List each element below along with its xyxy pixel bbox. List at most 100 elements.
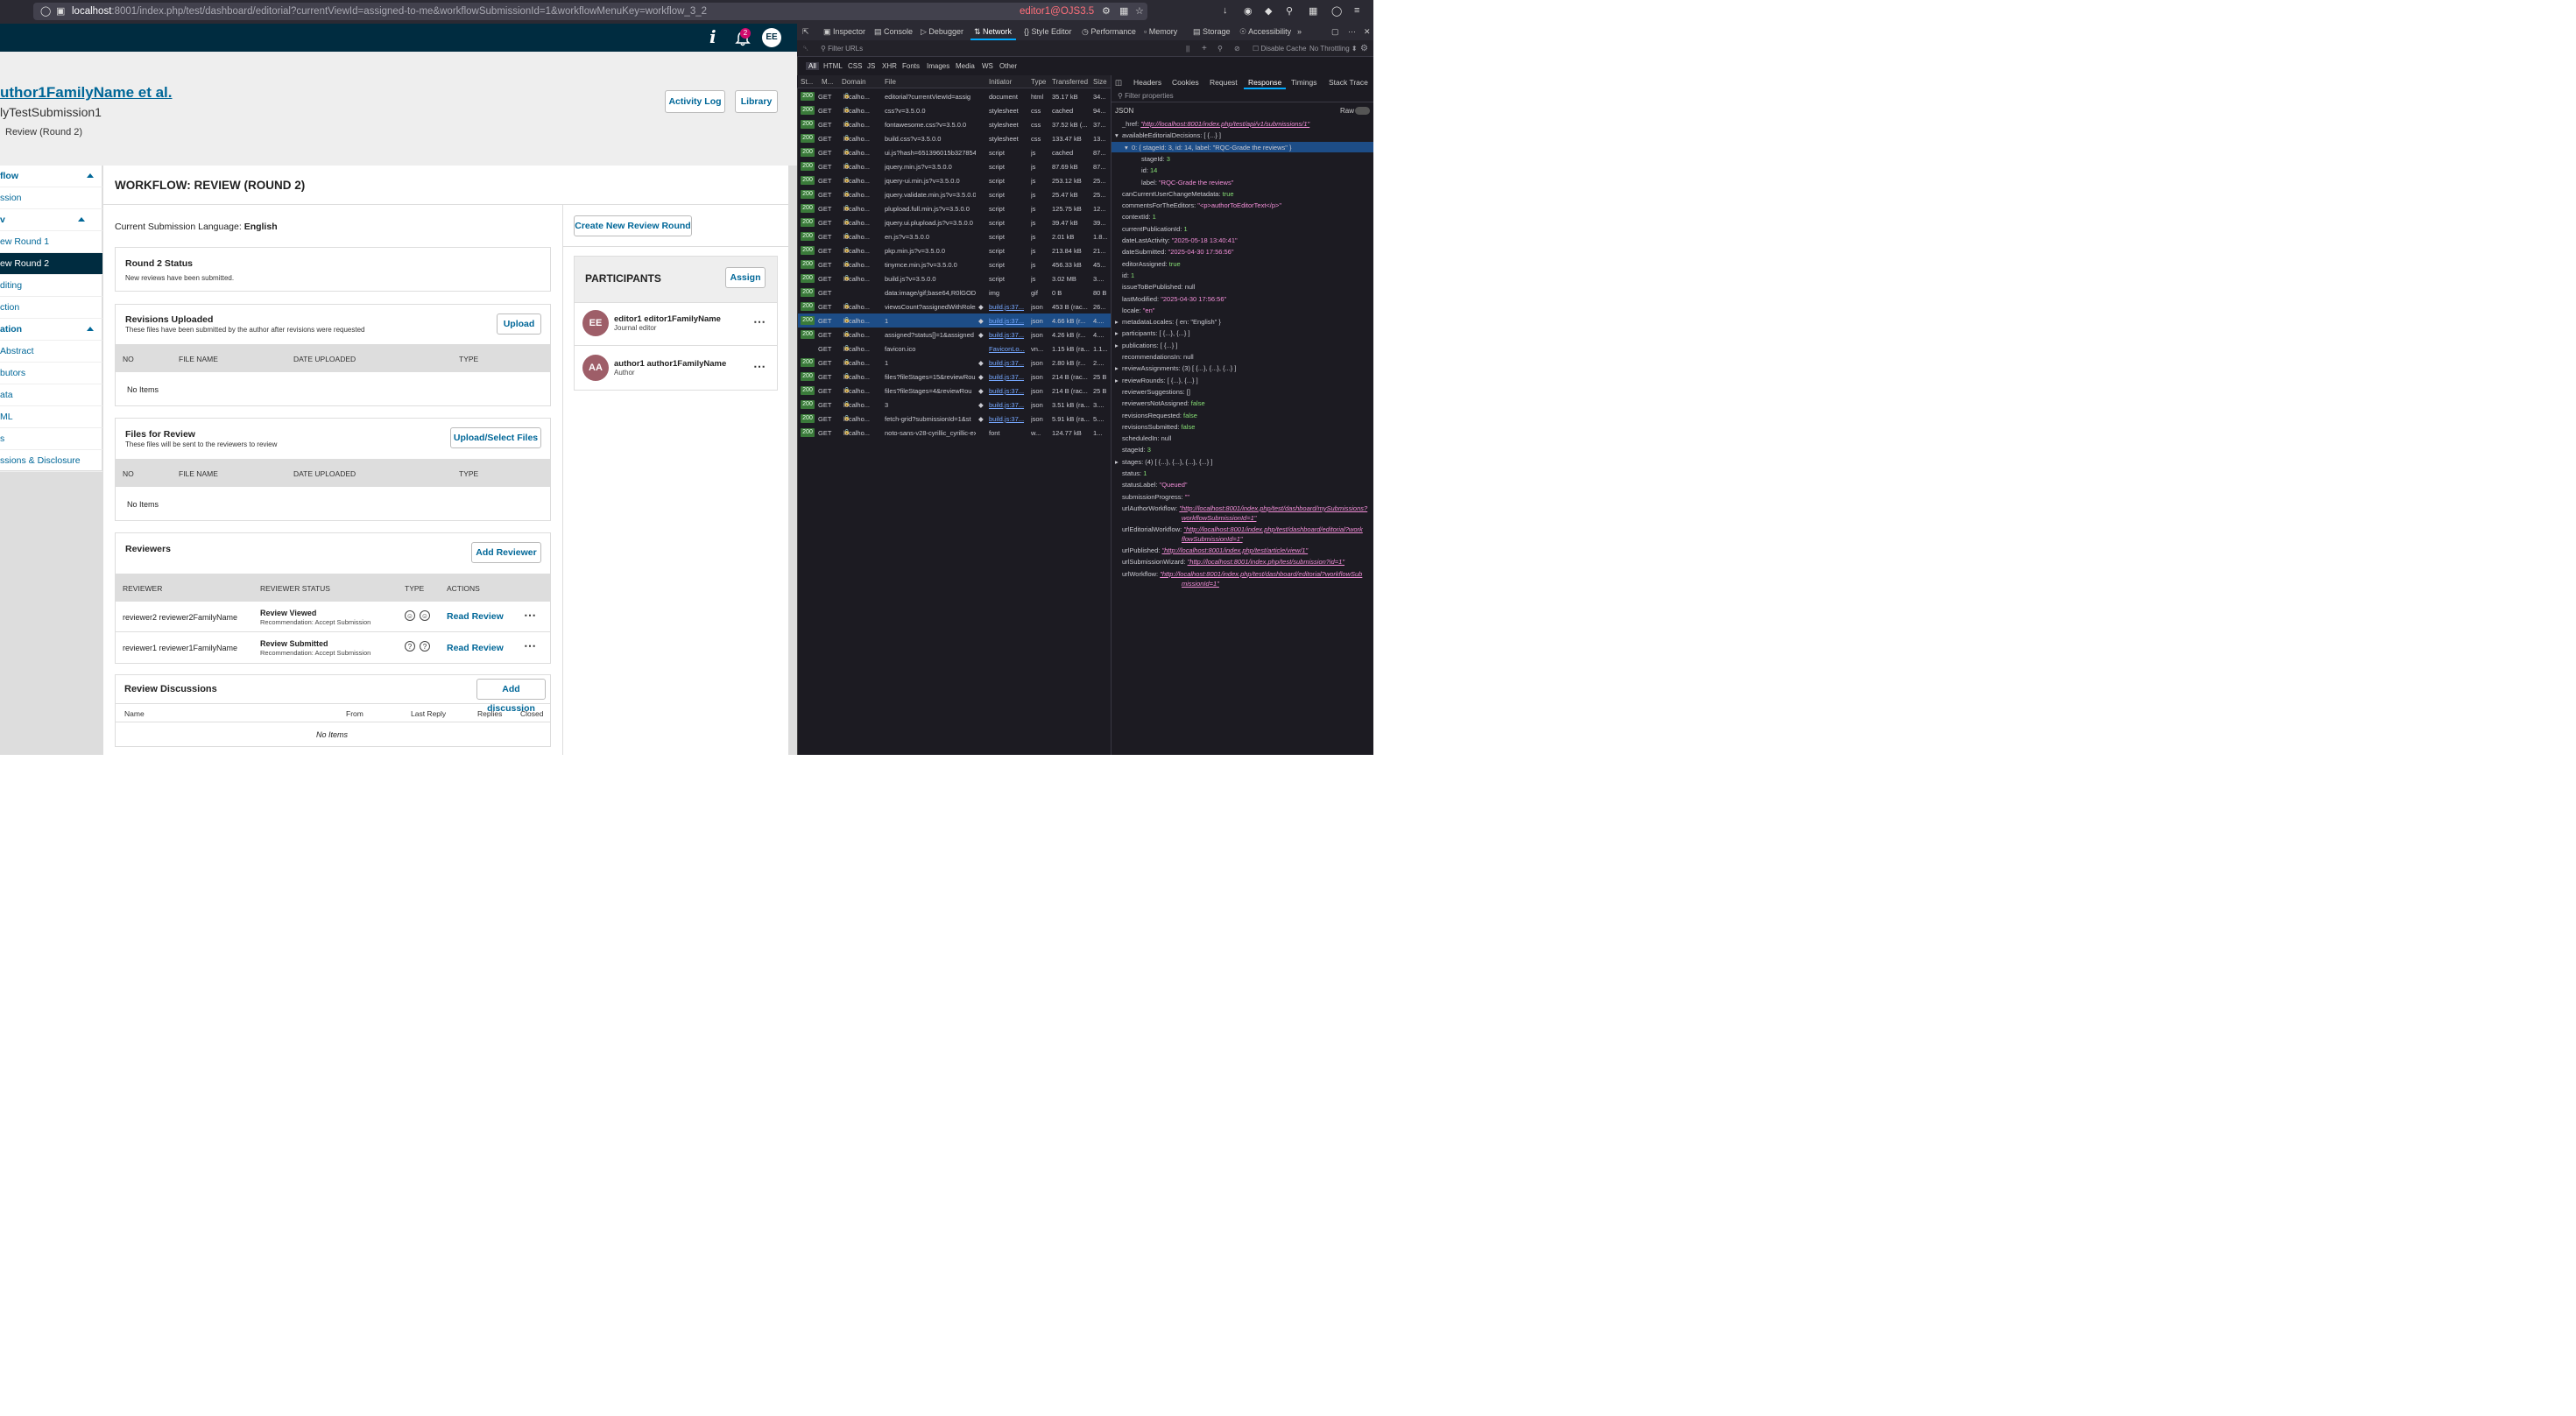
json-property[interactable]: dateLastActivity: "2025-05-18 13:40:41" xyxy=(1122,236,1238,244)
submission-authors[interactable]: uthor1FamilyName et al. xyxy=(0,84,173,102)
column-header[interactable]: FILE NAME xyxy=(179,469,218,478)
sidebar-toggle-icon[interactable]: ◫ xyxy=(1115,78,1122,88)
request-row[interactable]: 200 🔒 GET localho... build.css?v=3.5.0.0 styl… xyxy=(798,131,1111,145)
apps-icon[interactable]: ▦ xyxy=(1309,5,1317,17)
json-property[interactable]: statusLabel: "Queued" xyxy=(1122,481,1188,489)
json-value-continuation[interactable]: flowSubmissionId=1" xyxy=(1182,535,1243,543)
user-avatar[interactable]: EE xyxy=(762,28,781,47)
json-property[interactable]: urlEditorialWorkflow: "http://localhost:… xyxy=(1122,525,1363,533)
request-row[interactable]: 200 🔒 GET localho... 3 build.js:37... json 3.51… xyxy=(798,398,1111,412)
add-reviewer-button[interactable]: Add Reviewer xyxy=(471,542,541,563)
json-property[interactable]: 0: { stageId: 3, id: 14, label: "RQC-Gra… xyxy=(1132,144,1292,151)
request-row[interactable]: 200 🔒 GET localho... en.js?v=3.5.0.0 script js… xyxy=(798,229,1111,243)
disable-cache-checkbox[interactable]: ☐ Disable Cache xyxy=(1253,45,1306,53)
collapse-triangle-icon[interactable]: ▸ xyxy=(1115,318,1119,326)
overflow-chevron-icon[interactable]: » xyxy=(1297,27,1302,36)
expand-triangle-icon[interactable]: ▾ xyxy=(1115,131,1119,139)
column-header[interactable]: File xyxy=(885,78,896,86)
url-text[interactable]: localhost:8001/index.php/test/dashboard/… xyxy=(72,6,707,17)
json-property[interactable]: _href: "http://localhost:8001/index.php/… xyxy=(1122,120,1309,128)
json-property[interactable]: participants: [ {...}, {...} ] xyxy=(1122,329,1190,337)
pause-icon[interactable]: || xyxy=(1186,45,1189,53)
json-value[interactable]: "http://localhost:8001/index.php/test/da… xyxy=(1179,504,1367,512)
tab-style-editor[interactable]: {} Style Editor xyxy=(1024,27,1072,36)
column-header[interactable]: Initiator xyxy=(989,78,1012,86)
type-filter-ws[interactable]: WS xyxy=(982,62,993,70)
request-row[interactable]: 200 🔒 GET localho... plupload.full.min.js?v=… xyxy=(798,201,1111,215)
request-row[interactable]: 200 🔒 GET localho... ui.js?hash=651396015b32… xyxy=(798,145,1111,159)
json-value[interactable]: "http://localhost:8001/index.php/test/da… xyxy=(1160,570,1362,578)
json-property[interactable]: urlPublished: "http://localhost:8001/ind… xyxy=(1122,546,1308,554)
tab-stack-trace[interactable]: Stack Trace xyxy=(1329,78,1368,87)
read-review-link[interactable]: Read Review xyxy=(447,611,504,622)
search-icon[interactable]: ⚲ xyxy=(1217,45,1223,53)
more-actions-icon[interactable]: ⋯ xyxy=(524,608,537,623)
json-property[interactable]: urlWorkflow: "http://localhost:8001/inde… xyxy=(1122,570,1362,578)
json-property[interactable]: stageId: 3 xyxy=(1122,446,1151,454)
request-row[interactable]: 200 🔒 GET localho... css?v=3.5.0.0 stylesheet… xyxy=(798,103,1111,117)
json-property[interactable]: status: 1 xyxy=(1122,469,1147,477)
column-header[interactable]: NO xyxy=(123,355,134,363)
column-header[interactable]: REVIEWER xyxy=(123,584,162,593)
sidebar-item-review[interactable]: v xyxy=(0,209,102,231)
request-initiator[interactable]: build.js:37... xyxy=(989,303,1026,311)
request-row[interactable]: 200 🔒 GET localho... 1 build.js:37... json 2.80… xyxy=(798,356,1111,370)
tab-performance[interactable]: ◷ Performance xyxy=(1082,27,1136,37)
json-property[interactable]: reviewerSuggestions: [] xyxy=(1122,388,1190,396)
sidebar-item-review-round-2[interactable]: ew Round 2 xyxy=(0,253,102,275)
gear-icon[interactable]: ⚙ xyxy=(1360,44,1368,53)
request-row[interactable]: 200 🔒 GET localho... fetch-grid?submissionId… xyxy=(798,412,1111,426)
column-header[interactable]: St... xyxy=(801,78,813,86)
sidebar-item-review-round-1[interactable]: ew Round 1 xyxy=(0,231,102,253)
shield-icon[interactable]: ◯ xyxy=(40,5,51,17)
json-property[interactable]: commentsForTheEditors: "<p>authorToEdito… xyxy=(1122,201,1281,209)
json-property[interactable]: scheduledIn: null xyxy=(1122,434,1171,442)
request-initiator[interactable]: build.js:37... xyxy=(989,401,1026,409)
throttling-select[interactable]: No Throttling ⬍ xyxy=(1309,45,1358,53)
column-header[interactable]: Closed xyxy=(520,709,543,718)
json-property[interactable]: publications: [ {...} ] xyxy=(1122,342,1177,349)
type-filter-css[interactable]: CSS xyxy=(848,62,862,70)
request-row[interactable]: 200 🔒 GET localho... viewsCount?assignedWith… xyxy=(798,299,1111,313)
json-property[interactable]: stages: (4) [ {...}, {...}, {...}, {...}… xyxy=(1122,458,1212,466)
request-row[interactable]: 200 🔒 GET localho... jquery.ui.plupload.js?v… xyxy=(798,215,1111,229)
filter-urls-input[interactable]: ⚲ Filter URLs xyxy=(821,45,863,53)
column-header[interactable]: TYPE xyxy=(459,469,478,478)
search-extension-icon[interactable]: ⚲ xyxy=(1286,5,1293,17)
collapse-triangle-icon[interactable]: ▸ xyxy=(1115,458,1119,466)
upload-select-files-button[interactable]: Upload/Select Files xyxy=(450,427,541,448)
more-actions-icon[interactable]: ⋯ xyxy=(753,314,766,329)
sidebar-item-production[interactable]: ction xyxy=(0,297,102,319)
column-header[interactable]: Transferred xyxy=(1052,78,1088,86)
json-property[interactable]: reviewAssignments: (3) [ {...}, {...}, {… xyxy=(1122,364,1236,372)
type-filter-fonts[interactable]: Fonts xyxy=(902,62,920,70)
request-row[interactable]: 200 🔒 GET localho... files?fileStages=15&rev… xyxy=(798,370,1111,384)
more-actions-icon[interactable]: ⋯ xyxy=(524,638,537,653)
collapse-triangle-icon[interactable]: ▸ xyxy=(1115,364,1119,372)
json-value-continuation[interactable]: missionId=1" xyxy=(1182,580,1219,588)
request-initiator[interactable]: FaviconLo... xyxy=(989,345,1026,353)
download-icon[interactable]: ↓ xyxy=(1223,5,1228,16)
request-row[interactable]: 200 🔒 GET localho... tinymce.min.js?v=3.5.0.… xyxy=(798,257,1111,271)
json-property[interactable]: urlSubmissionWizard: "http://localhost:8… xyxy=(1122,558,1344,566)
devtools-menu-icon[interactable]: ⋯ xyxy=(1348,27,1356,37)
request-row[interactable]: 200 🔒 GET localho... build.js?v=3.5.0.0 scrip… xyxy=(798,271,1111,285)
request-row[interactable]: 200 🔒 GET localho... assigned?status[]=1&ass… xyxy=(798,328,1111,342)
json-property[interactable]: revisionsRequested: false xyxy=(1122,412,1197,419)
column-header[interactable]: Domain xyxy=(842,78,866,86)
json-property[interactable]: label: "RQC-Grade the reviews" xyxy=(1141,179,1233,187)
expand-triangle-icon[interactable]: ▾ xyxy=(1125,144,1128,151)
column-header[interactable]: Replies xyxy=(477,709,502,718)
collapse-triangle-icon[interactable]: ▸ xyxy=(1115,377,1119,384)
request-row[interactable]: 200 🔒 GET localho... 1 build.js:37... json 4.66… xyxy=(798,313,1111,328)
json-property[interactable]: urlAuthorWorkflow: "http://localhost:800… xyxy=(1122,504,1367,512)
request-row[interactable]: 200 🔒 GET localho... fontawesome.css?v=3.5.0… xyxy=(798,117,1111,131)
json-property[interactable]: issueToBePublished: null xyxy=(1122,283,1195,291)
json-property[interactable]: revisionsSubmitted: false xyxy=(1122,423,1195,431)
json-property[interactable]: reviewersNotAssigned: false xyxy=(1122,399,1205,407)
tab-network[interactable]: ⇅ Network xyxy=(974,27,1012,37)
trash-icon[interactable]: ␡ xyxy=(803,45,808,53)
collapse-triangle-icon[interactable]: ▸ xyxy=(1115,342,1119,349)
type-filter-xhr[interactable]: XHR xyxy=(882,62,897,70)
column-header[interactable]: ACTIONS xyxy=(447,584,480,593)
